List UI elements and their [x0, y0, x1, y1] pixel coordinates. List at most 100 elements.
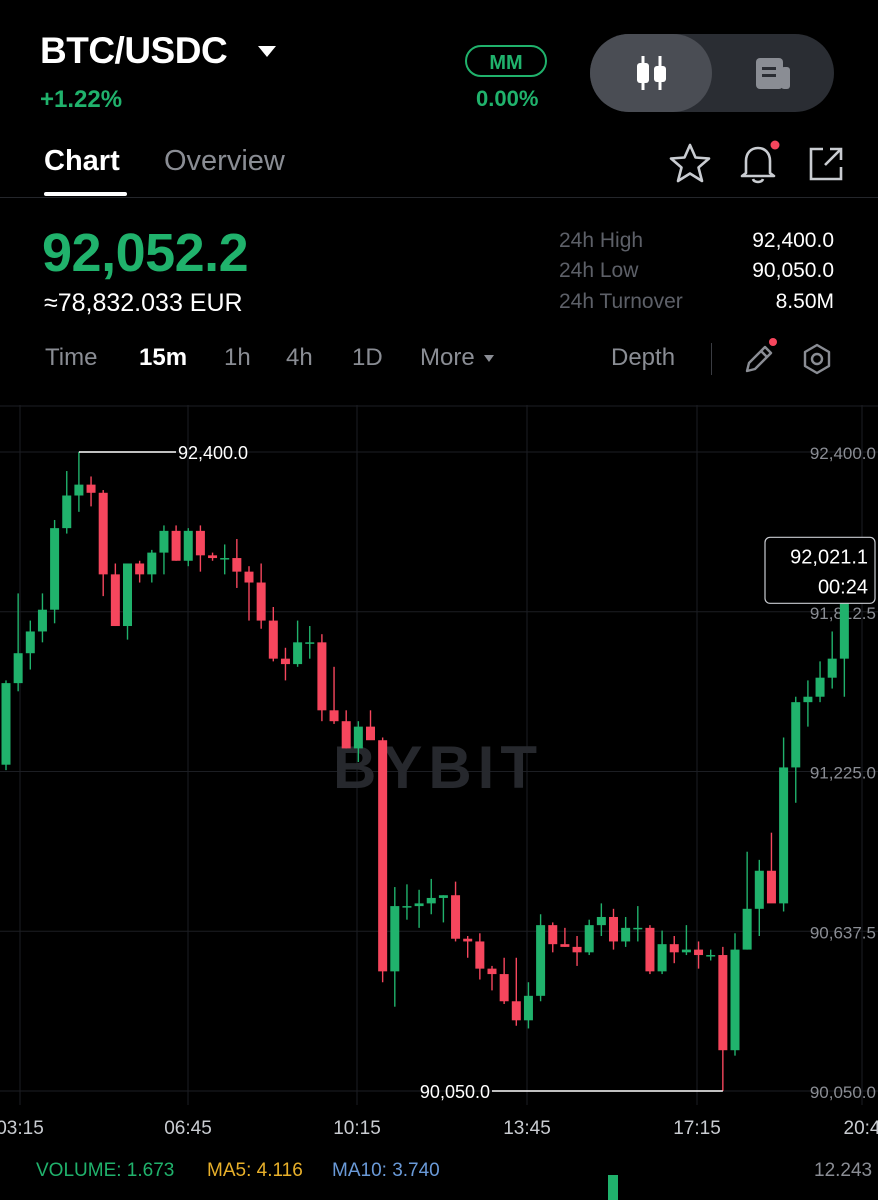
news-icon: [756, 58, 790, 89]
candle-down: [268, 620, 278, 659]
pencil-icon: [745, 338, 777, 373]
share-button[interactable]: [805, 143, 847, 190]
candle-up: [1, 683, 11, 765]
tab-chart[interactable]: Chart: [44, 145, 120, 178]
fiat-equivalent: ≈78,832.033 EUR: [44, 289, 243, 317]
candle-up: [657, 944, 667, 972]
caret-down-small-icon: [484, 355, 495, 363]
chart-watermark: BYBIT: [333, 734, 543, 801]
candle-up: [123, 563, 132, 627]
candle-up: [390, 906, 400, 972]
candle-up: [353, 726, 363, 749]
tab-divider: [0, 197, 878, 198]
candle-up: [730, 949, 740, 1051]
timeframe-15m[interactable]: 15m: [139, 344, 187, 372]
candle-up: [791, 702, 801, 768]
high-marker-label: 92,400.0: [178, 443, 248, 463]
candle-up: [779, 767, 789, 904]
ma10-legend: MA10: 3.740: [332, 1160, 440, 1181]
candle-up: [402, 906, 412, 908]
low-marker-label: 90,050.0: [420, 1082, 490, 1102]
candle-up: [633, 927, 643, 930]
volume-bar: [608, 1175, 618, 1200]
caret-down-icon[interactable]: [258, 46, 276, 57]
timeframe-1h[interactable]: 1h: [224, 344, 251, 372]
candle-down: [366, 726, 375, 741]
candle-up: [62, 495, 72, 529]
candle-up: [584, 925, 594, 953]
candle-up: [13, 653, 23, 684]
timeframe-time[interactable]: Time: [45, 344, 97, 372]
x-tick-label: 06:45: [164, 1118, 212, 1139]
candle-up: [159, 530, 169, 553]
candle-up: [536, 925, 546, 996]
timeframe-4h[interactable]: 4h: [286, 344, 313, 372]
candle-up: [293, 642, 303, 665]
candle-down: [572, 946, 582, 953]
candle-up: [183, 530, 193, 561]
x-axis-labels: 03:15 06:45 10:15 13:45 17:15 20:4: [0, 1118, 878, 1139]
candle-down: [329, 710, 339, 722]
chart-settings-button[interactable]: [800, 342, 834, 381]
last-price: 92,052.2: [42, 223, 249, 283]
candle-down: [98, 492, 108, 575]
candle-up: [414, 903, 424, 907]
candle-up: [426, 897, 436, 904]
candle-up: [681, 949, 691, 953]
bell-icon: [740, 140, 780, 184]
stat-value-low: 90,050.0: [752, 259, 834, 282]
candle-down: [232, 558, 242, 572]
alert-button[interactable]: [737, 140, 781, 191]
timeframe-more[interactable]: More: [420, 344, 495, 372]
drawing-tool-button[interactable]: [740, 338, 780, 383]
x-tick-label: 17:15: [673, 1118, 721, 1139]
chart-view-button[interactable]: [590, 34, 712, 112]
candle-up: [621, 927, 631, 942]
y-tick-label: 90,637.5: [810, 923, 876, 942]
candlestick-chart[interactable]: BYBIT 92,400.091,812.591,225.090,637.590…: [0, 405, 878, 1200]
candle-down: [280, 658, 290, 665]
timeframe-1d[interactable]: 1D: [352, 344, 383, 372]
candle-down: [317, 642, 327, 711]
candle-down: [560, 944, 570, 947]
mm-badge[interactable]: MM: [465, 45, 547, 77]
news-view-button[interactable]: [712, 34, 834, 112]
candle-up: [523, 995, 533, 1021]
candle-down: [451, 895, 461, 939]
trading-pair-title[interactable]: BTC/USDC: [40, 30, 228, 72]
candle-down: [609, 916, 618, 942]
x-tick-label: 10:15: [333, 1118, 381, 1139]
volume-axis-label: 12.243: [814, 1160, 873, 1181]
candle-up: [25, 631, 35, 654]
active-tab-indicator: [44, 192, 127, 196]
price-change-percent: +1.22%: [40, 86, 123, 113]
candle-down: [645, 927, 655, 972]
depth-button[interactable]: Depth: [611, 344, 675, 372]
candle-up: [754, 870, 764, 909]
x-tick-label: 13:45: [503, 1118, 551, 1139]
candle-up: [596, 916, 606, 926]
tab-overview[interactable]: Overview: [164, 145, 285, 178]
candle-up: [74, 484, 84, 496]
volume-legend: VOLUME: 1.673: [36, 1160, 175, 1181]
candle-up: [438, 895, 448, 898]
toolbar-separator: [711, 343, 712, 375]
candle-down: [256, 582, 266, 621]
candle-up: [50, 528, 60, 610]
star-icon: [669, 143, 711, 183]
candle-down: [244, 571, 254, 583]
stat-label-low: 24h Low: [559, 259, 639, 282]
candle-up: [827, 658, 837, 678]
stat-label-turnover: 24h Turnover: [559, 290, 683, 313]
candle-down: [86, 484, 96, 493]
share-icon: [809, 147, 843, 181]
candle-down: [475, 941, 485, 969]
mm-value: 0.00%: [476, 86, 539, 111]
y-tick-label: 90,050.0: [810, 1083, 876, 1102]
candle-down: [669, 944, 679, 953]
candle-down: [341, 721, 351, 749]
candle-up: [147, 552, 157, 575]
ma5-legend: MA5: 4.116: [207, 1160, 303, 1181]
candle-up: [742, 908, 752, 950]
favorite-button[interactable]: [668, 142, 712, 189]
